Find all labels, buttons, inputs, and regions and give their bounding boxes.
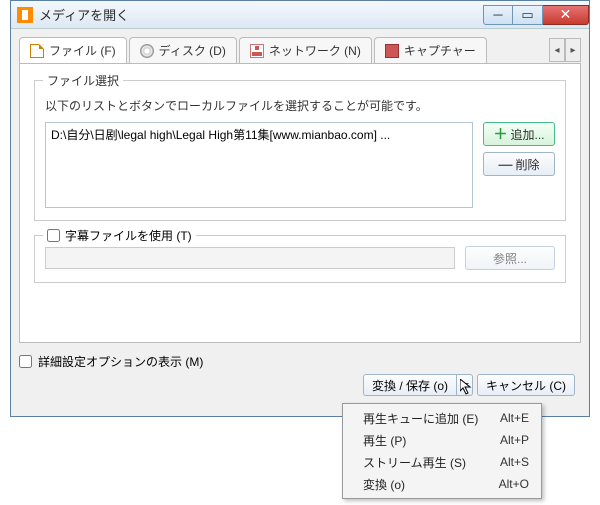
vlc-cone-icon [17,7,33,23]
tab-scroll-right[interactable]: ▸ [565,38,581,62]
remove-button-label: 削除 [515,156,539,173]
menu-item-shortcut: Alt+E [500,411,529,425]
cancel-button[interactable]: キャンセル (C) [477,374,575,396]
menu-item-play[interactable]: 再生 (P) Alt+P [345,429,539,451]
menu-item-label: 再生キューに追加 (E) [363,410,478,427]
convert-save-splitbutton[interactable]: 変換 / 保存 (o) [363,374,473,396]
subtitle-group: 字幕ファイルを使用 (T) 参照... [34,235,566,283]
browse-button-label: 参照... [493,250,527,267]
tab-bar: ファイル (F) ディスク (D) ネットワーク (N) キャプチャー ◂ ▸ [19,37,581,63]
menu-item-label: ストリーム再生 (S) [363,454,466,471]
convert-save-button[interactable]: 変換 / 保存 (o) [363,374,457,396]
menu-item-convert[interactable]: 変換 (o) Alt+O [345,473,539,495]
menu-item-enqueue[interactable]: 再生キューに追加 (E) Alt+E [345,407,539,429]
use-subtitle-label: 字幕ファイルを使用 (T) [65,227,192,244]
minus-icon: — [498,156,512,172]
tab-capture-label: キャプチャー [404,42,476,59]
tab-file-label: ファイル (F) [49,42,116,59]
subtitle-path-input [45,247,455,269]
tab-scroll-left[interactable]: ◂ [549,38,565,62]
add-button-label: 追加... [510,126,544,143]
tab-disc[interactable]: ディスク (D) [129,37,237,63]
tab-network-label: ネットワーク (N) [269,42,361,59]
tab-disc-label: ディスク (D) [159,42,226,59]
file-selection-legend: ファイル選択 [43,72,123,89]
browse-button[interactable]: 参照... [465,246,555,270]
use-subtitle-checkbox[interactable] [47,229,60,242]
menu-item-shortcut: Alt+O [499,477,529,491]
open-media-dialog: メディアを開く ─ ▭ ✕ ファイル (F) ディスク (D) ネットワ [10,0,590,417]
convert-save-label: 変換 / 保存 (o) [372,377,448,394]
titlebar: メディアを開く ─ ▭ ✕ [11,1,589,29]
network-icon [250,44,264,58]
tab-capture[interactable]: キャプチャー [374,37,487,63]
show-advanced-label: 詳細設定オプションの表示 (M) [38,353,203,370]
menu-item-label: 変換 (o) [363,476,405,493]
show-advanced-checkbox[interactable] [19,355,32,368]
tab-page-file: ファイル選択 以下のリストとボタンでローカルファイルを選択することが可能です。 … [19,63,581,343]
convert-save-menu: 再生キューに追加 (E) Alt+E 再生 (P) Alt+P ストリーム再生 … [342,403,542,499]
tab-network[interactable]: ネットワーク (N) [239,37,372,63]
menu-item-label: 再生 (P) [363,432,406,449]
minimize-button[interactable]: ─ [483,5,513,25]
add-button[interactable]: ＋ 追加... [483,122,555,146]
plus-icon: ＋ [493,124,507,144]
tab-file[interactable]: ファイル (F) [19,37,127,63]
convert-save-dropdown[interactable] [457,374,473,396]
cancel-label: キャンセル (C) [486,377,566,394]
list-item[interactable]: D:\自分\日剧\legal high\Legal High第11集[www.m… [51,126,467,143]
menu-item-stream[interactable]: ストリーム再生 (S) Alt+S [345,451,539,473]
menu-item-shortcut: Alt+P [500,433,529,447]
window-title: メディアを開く [39,5,483,24]
file-selection-description: 以下のリストとボタンでローカルファイルを選択することが可能です。 [45,97,555,114]
capture-icon [385,44,399,58]
remove-button[interactable]: — 削除 [483,152,555,176]
maximize-button[interactable]: ▭ [513,5,543,25]
file-list[interactable]: D:\自分\日剧\legal high\Legal High第11集[www.m… [45,122,473,208]
disc-icon [140,44,154,58]
mouse-cursor-icon [460,379,472,395]
close-button[interactable]: ✕ [543,5,589,25]
file-icon [30,44,44,58]
file-selection-group: ファイル選択 以下のリストとボタンでローカルファイルを選択することが可能です。 … [34,80,566,221]
menu-item-shortcut: Alt+S [500,455,529,469]
